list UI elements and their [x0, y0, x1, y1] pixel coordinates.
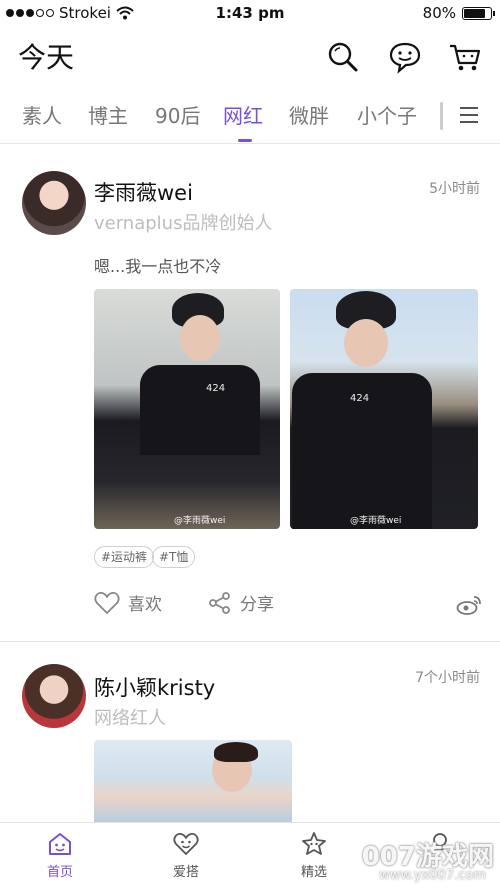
- photo-watermark: @李雨薇wei: [350, 516, 402, 526]
- feed-post: 李雨薇wei vernaplus品牌创始人 5小时前 嗯...我一点也不冷 42…: [0, 145, 500, 641]
- weibo-icon[interactable]: [456, 595, 482, 615]
- heart-face-icon: [173, 833, 199, 855]
- post-time: 5小时前: [429, 181, 480, 197]
- post-author-subtitle: 网络红人: [94, 708, 166, 729]
- post-photo[interactable]: [94, 740, 292, 822]
- tab-suren[interactable]: 素人: [22, 100, 62, 129]
- nav-jingxuan[interactable]: 精选: [274, 831, 354, 880]
- nav-home[interactable]: 首页: [20, 831, 100, 880]
- post-photo[interactable]: 424 @李雨薇wei: [290, 289, 478, 529]
- post-photo[interactable]: 424 @李雨薇wei: [94, 289, 280, 529]
- tab-weipang[interactable]: 微胖: [289, 100, 329, 129]
- like-label: 喜欢: [128, 595, 162, 615]
- share-icon: [209, 591, 230, 614]
- shirt-print: 424: [350, 393, 370, 404]
- cart-icon[interactable]: [448, 40, 482, 74]
- search-icon[interactable]: [326, 40, 360, 74]
- post-tag[interactable]: #运动裤: [94, 546, 155, 568]
- page-title: 今天: [18, 41, 75, 74]
- tabs-divider: [440, 102, 443, 130]
- share-button[interactable]: 分享: [208, 590, 274, 615]
- avatar[interactable]: [22, 664, 86, 728]
- tab-wanghong[interactable]: 网红: [223, 100, 263, 129]
- tab-bozhu[interactable]: 博主: [88, 100, 128, 129]
- nav-aida-label: 爱搭: [172, 865, 199, 880]
- heart-icon: [94, 591, 120, 614]
- battery-icon: [462, 6, 495, 20]
- post-author-subtitle: vernaplus品牌创始人: [94, 213, 273, 234]
- tab-xiaogezi[interactable]: 小个子: [357, 100, 417, 129]
- avatar[interactable]: [22, 171, 86, 235]
- post-author-name[interactable]: 陈小颖kristy: [94, 672, 215, 702]
- tab-90hou[interactable]: 90后: [155, 100, 200, 129]
- active-tab-indicator: [238, 139, 252, 142]
- post-time: 7个小时前: [415, 670, 480, 686]
- like-button[interactable]: 喜欢: [94, 590, 162, 615]
- nav-jingxuan-label: 精选: [300, 865, 327, 880]
- status-bar: Strokei 1:43 pm 80%: [0, 0, 500, 28]
- site-watermark-url: www.yx007.com: [379, 868, 486, 883]
- hamburger-menu-icon[interactable]: [458, 104, 480, 126]
- post-text: 嗯...我一点也不冷: [94, 257, 222, 276]
- share-label: 分享: [240, 595, 274, 615]
- nav-aida[interactable]: 爱搭: [146, 831, 226, 880]
- star-face-icon: [302, 832, 326, 855]
- chat-bubble-icon[interactable]: [388, 40, 422, 74]
- post-tag[interactable]: #T恤: [152, 546, 196, 568]
- shirt-print: 424: [206, 383, 226, 394]
- category-tabs: 素人 博主 90后 网红 微胖 小个子: [0, 88, 500, 144]
- photo-watermark: @李雨薇wei: [174, 516, 226, 526]
- home-face-icon: [49, 833, 71, 855]
- battery-group: 80%: [422, 4, 495, 22]
- nav-home-label: 首页: [46, 865, 73, 880]
- battery-percent: 80%: [422, 4, 456, 22]
- app-header: 今天: [0, 28, 500, 86]
- feed-post: 陈小颖kristy 网络红人 7个小时前: [0, 642, 500, 822]
- post-author-name[interactable]: 李雨薇wei: [94, 177, 193, 207]
